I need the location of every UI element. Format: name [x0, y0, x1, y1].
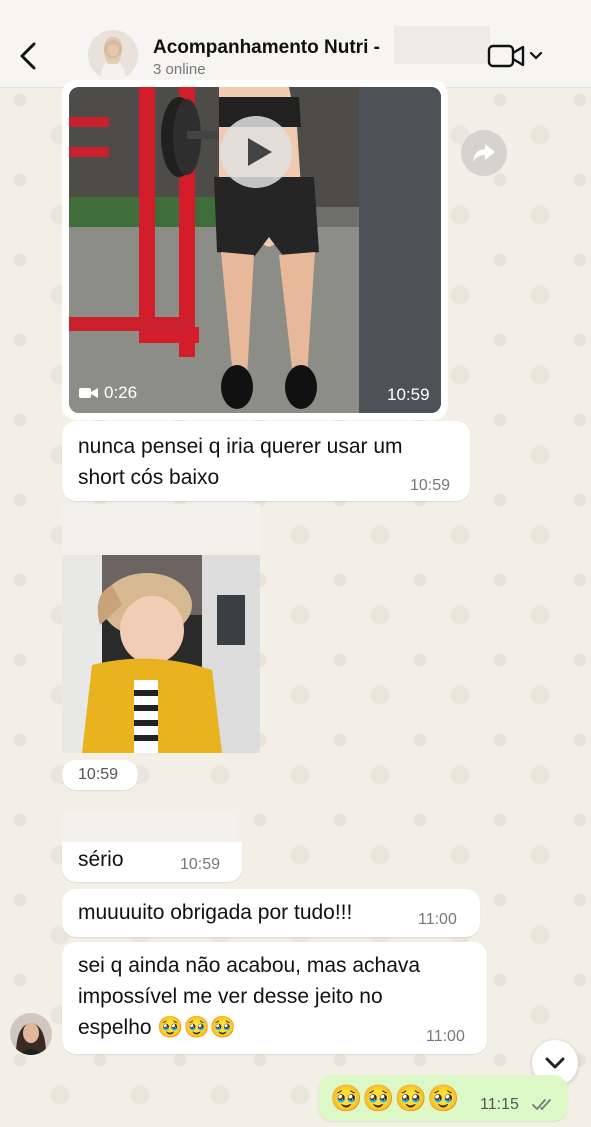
double-check-icon	[532, 1099, 551, 1111]
message-bubble[interactable]: nunca pensei q iria querer usar um short…	[62, 421, 470, 501]
redacted-sender-name	[62, 810, 238, 846]
play-button[interactable]	[220, 116, 292, 188]
forward-arrow-icon	[473, 144, 495, 162]
back-button[interactable]	[14, 36, 44, 76]
image-time-bubble: 10:59	[62, 760, 138, 790]
message-bubble[interactable]: sério 10:59	[62, 842, 242, 882]
message-text: muuuuito obrigada por tudo!!!	[78, 901, 353, 924]
redacted-sender-name	[62, 504, 260, 552]
message-time: 11:00	[426, 1028, 465, 1045]
message-text: sei q ainda não acabou, mas achava impos…	[78, 954, 421, 1039]
image-message[interactable]	[62, 555, 260, 753]
video-camera-icon	[487, 44, 543, 68]
message-time: 10:59	[410, 477, 451, 494]
video-camera-icon	[79, 388, 98, 398]
redacted-title-area	[394, 26, 490, 64]
message-time: 10:59	[180, 856, 221, 873]
group-avatar[interactable]	[88, 30, 138, 80]
chevron-left-icon	[20, 42, 36, 70]
message-text: sério	[78, 848, 124, 871]
message-text: nunca pensei q iria querer usar um short…	[78, 435, 403, 489]
video-call-button[interactable]	[487, 42, 547, 72]
message-bubble[interactable]: sei q ainda não acabou, mas achava impos…	[62, 942, 487, 1054]
outgoing-message-bubble[interactable]: 🥹🥹🥹🥹 11:15	[318, 1075, 568, 1121]
chat-header: Acompanhamento Nutri - 3 online	[0, 0, 591, 88]
forward-button[interactable]	[461, 130, 507, 176]
message-text: 🥹🥹🥹🥹	[330, 1083, 460, 1113]
message-time: 11:15	[480, 1096, 519, 1113]
message-time: 11:00	[418, 911, 457, 928]
chevron-down-icon	[529, 51, 543, 60]
chat-title[interactable]: Acompanhamento Nutri -	[153, 37, 380, 59]
video-time: 10:59	[387, 385, 430, 404]
chat-subtitle: 3 online	[153, 61, 206, 78]
play-icon	[248, 138, 272, 166]
video-duration-text: 0:26	[104, 383, 138, 402]
message-time: 10:59	[78, 766, 119, 783]
sender-avatar[interactable]	[10, 1013, 52, 1055]
video-duration: 0:26	[78, 383, 137, 403]
video-message[interactable]: 0:26 10:59	[62, 80, 448, 420]
message-bubble[interactable]: muuuuito obrigada por tudo!!! 11:00	[62, 889, 480, 937]
